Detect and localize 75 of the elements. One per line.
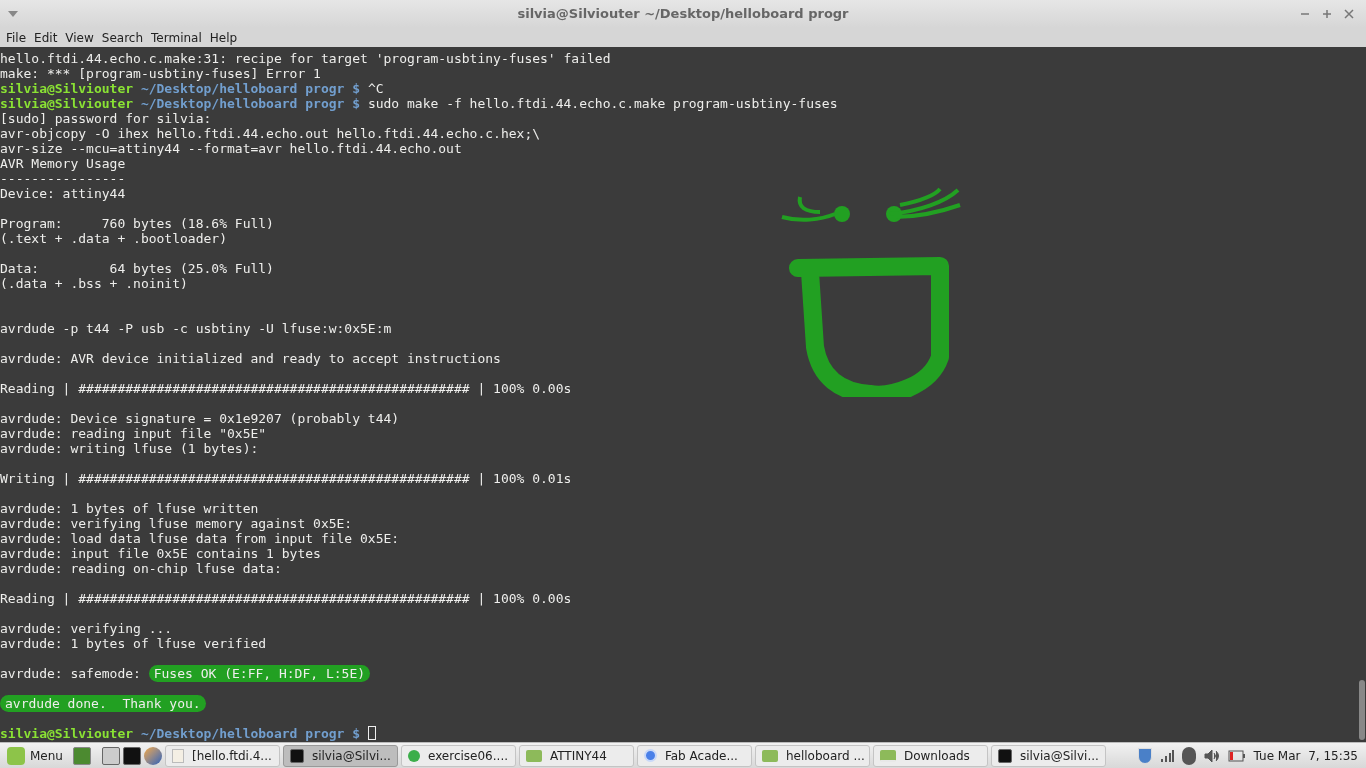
terminal-line: avrdude: safemode: xyxy=(0,666,142,681)
terminal-command: sudo make -f hello.ftdi.44.echo.c.make program-usbtiny-fuses xyxy=(367,96,838,111)
terminal-line: Data: 64 bytes (25.0% Full) xyxy=(0,261,274,276)
terminal-line: avrdude: verifying lfuse memory against 0x5E: xyxy=(0,516,353,531)
terminal-line: Device: attiny44 xyxy=(0,186,126,201)
menu-item[interactable]: Search xyxy=(97,28,148,47)
terminal-command: ^C xyxy=(367,81,384,96)
window-menu-icon[interactable] xyxy=(8,11,18,17)
terminal-line: avrdude: load data lfuse data from input file 0x5E: xyxy=(0,531,400,546)
taskbar-window-button[interactable]: exercise06.... xyxy=(400,744,516,767)
terminal-line: Reading | ################################################## | 100% 0.00s xyxy=(0,381,572,396)
computer-icon[interactable] xyxy=(101,746,120,765)
text-cursor xyxy=(367,726,376,740)
terminal-line: avrdude: 1 bytes of lfuse verified xyxy=(0,636,267,651)
taskbar-window-button[interactable]: ATTINY44 xyxy=(518,744,634,767)
desktop-icon[interactable] xyxy=(72,746,91,765)
taskbar-window-button[interactable]: [hello.ftdi.4... xyxy=(164,744,280,767)
prompt-path: ~/Desktop/helloboard progr $ xyxy=(140,96,361,111)
volume-icon[interactable] xyxy=(1203,748,1220,763)
terminal-line: avrdude: 1 bytes of lfuse written xyxy=(0,501,259,516)
prompt-user: silvia@Silviouter xyxy=(0,726,134,741)
terminal-line: avrdude: Device signature = 0x1e9207 (probably t44) xyxy=(0,411,400,426)
terminal-line: AVR Memory Usage xyxy=(0,156,126,171)
terminal-icon xyxy=(997,748,1012,763)
terminal-icon[interactable] xyxy=(122,746,141,765)
document-icon xyxy=(171,748,184,763)
terminal-line: avrdude: reading on-chip lfuse data: xyxy=(0,561,282,576)
signal-icon[interactable] xyxy=(1159,748,1174,763)
terminal-line: avrdude: input file 0x5E contains 1 bytes xyxy=(0,546,321,561)
terminal-icon xyxy=(289,748,304,763)
menu-item[interactable]: File xyxy=(2,28,31,47)
menu-item[interactable]: Help xyxy=(205,28,242,47)
taskbar-window-button[interactable]: helloboard ... xyxy=(754,744,870,767)
taskbar-window-button[interactable]: Fab Acade... xyxy=(636,744,752,767)
terminal-line: Program: 760 bytes (18.6% Full) xyxy=(0,216,274,231)
taskbar-window-button[interactable]: Downloads xyxy=(872,744,988,767)
highlighted-text: Fuses OK (E:FF, H:DF, L:5E) xyxy=(148,665,371,682)
terminal-line: avrdude: writing lfuse (1 bytes): xyxy=(0,441,259,456)
clock[interactable]: Tue Mar 7, 15:35 xyxy=(1253,746,1358,765)
terminal-line: hello.ftdi.44.echo.c.make:31: recipe for target 'program-usbtiny-fuses' failed xyxy=(0,51,611,66)
close-icon[interactable] xyxy=(1344,9,1354,19)
maximize-icon[interactable] xyxy=(1322,9,1332,19)
terminal-line: avrdude -p t44 -P usb -c usbtiny -U lfuse:w:0x5E:m xyxy=(0,321,392,336)
terminal-line: avrdude: reading input file "0x5E" xyxy=(0,426,267,441)
prompt-user: silvia@Silviouter xyxy=(0,81,134,96)
menu-item[interactable]: Terminal xyxy=(147,28,206,47)
terminal-line: ---------------- xyxy=(0,171,126,186)
folder-icon xyxy=(761,749,778,762)
globe-icon xyxy=(407,749,420,762)
download-folder-icon xyxy=(879,749,896,762)
terminal-line: make: *** [program-usbtiny-fuses] Error 1 xyxy=(0,66,321,81)
window-title: silvia@Silviouter ~/Desktop/helloboard progr xyxy=(517,5,849,24)
terminal-line: [sudo] password for silvia: xyxy=(0,111,212,126)
shield-icon[interactable] xyxy=(1137,747,1152,764)
terminal-line: avrdude: verifying ... xyxy=(0,621,173,636)
terminal-line: Reading | ################################################## | 100% 0.00s xyxy=(0,591,572,606)
menu-button[interactable]: Menu xyxy=(4,744,66,767)
taskbar-window-button[interactable]: silvia@Silvi... xyxy=(990,744,1106,767)
highlighted-text: avrdude done. Thank you. xyxy=(0,695,206,712)
menu-item[interactable]: Edit xyxy=(30,28,62,47)
prompt-user: silvia@Silviouter xyxy=(0,96,134,111)
terminal-line: Writing | ################################################## | 100% 0.01s xyxy=(0,471,572,486)
prompt-path: ~/Desktop/helloboard progr $ xyxy=(140,81,361,96)
terminal-line: avr-objcopy -O ihex hello.ftdi.44.echo.out hello.ftdi.44.echo.c.hex;\ xyxy=(0,126,541,141)
folder-icon xyxy=(525,749,542,762)
terminal-line: (.text + .data + .bootloader) xyxy=(0,231,227,246)
taskbar-window-button[interactable]: silvia@Silvi... xyxy=(282,744,398,767)
battery-icon[interactable] xyxy=(1227,749,1246,762)
scrollbar-thumb[interactable] xyxy=(1359,680,1365,740)
terminal-line: (.data + .bss + .noinit) xyxy=(0,276,188,291)
menu-item[interactable]: View xyxy=(61,28,98,47)
terminal-line: avrdude: AVR device initialized and ready to accept instructions xyxy=(0,351,501,366)
terminal-line: avr-size --mcu=attiny44 --format=avr hello.ftdi.44.echo.out xyxy=(0,141,462,156)
browser-icon xyxy=(643,749,657,762)
prompt-path: ~/Desktop/helloboard progr $ xyxy=(140,726,361,741)
